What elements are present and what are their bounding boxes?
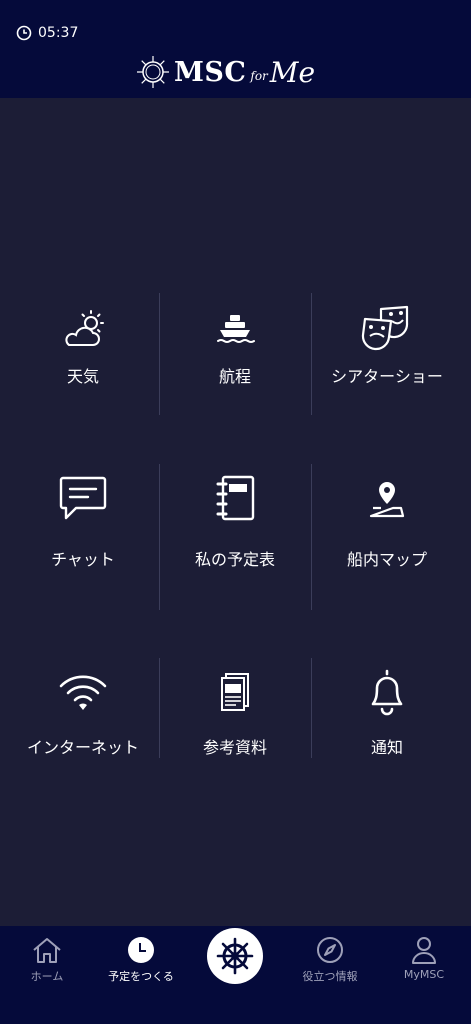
tab-label: 役立つ情報 xyxy=(302,970,358,983)
status-bar-time: 05:37 xyxy=(16,24,78,42)
grid-item-label: 参考資料 xyxy=(202,738,267,757)
grid-item-theater[interactable]: シアターショー xyxy=(312,293,462,415)
tab-label: MyMSC xyxy=(403,968,445,981)
ship-wheel-center-button[interactable] xyxy=(207,928,263,984)
grid-item-label: 私の予定表 xyxy=(194,550,275,569)
clock-icon xyxy=(128,937,154,963)
user-icon xyxy=(412,937,436,964)
notebook-icon xyxy=(216,475,255,521)
time-text: 05:37 xyxy=(38,25,79,41)
grid-item-chat[interactable]: チャット xyxy=(8,464,158,610)
tab-mymsc[interactable]: MyMSC xyxy=(377,936,471,981)
wifi-icon xyxy=(59,675,107,710)
tab-home[interactable]: ホーム xyxy=(0,936,94,984)
bell-icon xyxy=(371,669,403,716)
logo-me: Me xyxy=(269,55,316,89)
app-header: 05:37 MSC for Me xyxy=(0,0,471,98)
home-icon xyxy=(33,938,61,963)
grid-item-label: チャット xyxy=(51,550,115,569)
theater-masks-icon xyxy=(361,305,409,351)
logo-for: for xyxy=(250,69,268,83)
ship-icon xyxy=(217,315,255,343)
tab-label: ホーム xyxy=(30,970,64,983)
grid-item-label: 航程 xyxy=(218,367,251,386)
grid-item-voyage[interactable]: 航程 xyxy=(160,293,310,415)
weather-icon xyxy=(65,310,104,346)
msc-for-me-logo: MSC for Me xyxy=(136,52,346,92)
grid-item-label: シアターショー xyxy=(331,367,443,386)
grid-item-label: 天気 xyxy=(66,367,99,386)
grid-item-reference[interactable]: 参考資料 xyxy=(160,658,310,758)
msc-seal-icon xyxy=(137,56,169,88)
tab-label: 予定をつくる xyxy=(108,970,174,983)
grid-item-weather[interactable]: 天気 xyxy=(8,293,158,415)
tab-make-schedule[interactable]: 予定をつくる xyxy=(94,936,188,984)
compass-icon xyxy=(317,937,343,963)
grid-item-label: 船内マップ xyxy=(346,550,427,569)
grid-item-internet[interactable]: インターネット xyxy=(8,658,158,758)
brochure-icon xyxy=(221,673,249,711)
grid-item-label: インターネット xyxy=(26,738,139,757)
tab-useful-info[interactable]: 役立つ情報 xyxy=(283,936,377,984)
grid-item-notifications[interactable]: 通知 xyxy=(312,658,462,758)
clock-icon xyxy=(16,25,32,41)
logo-brand: MSC xyxy=(174,56,247,88)
grid-item-label: 通知 xyxy=(370,738,403,757)
grid-item-ship-map[interactable]: 船内マップ xyxy=(312,464,462,610)
map-pin-icon xyxy=(369,482,405,518)
ship-wheel-icon xyxy=(216,937,254,975)
chat-icon xyxy=(59,476,107,520)
grid-item-my-schedule[interactable]: 私の予定表 xyxy=(160,464,310,610)
